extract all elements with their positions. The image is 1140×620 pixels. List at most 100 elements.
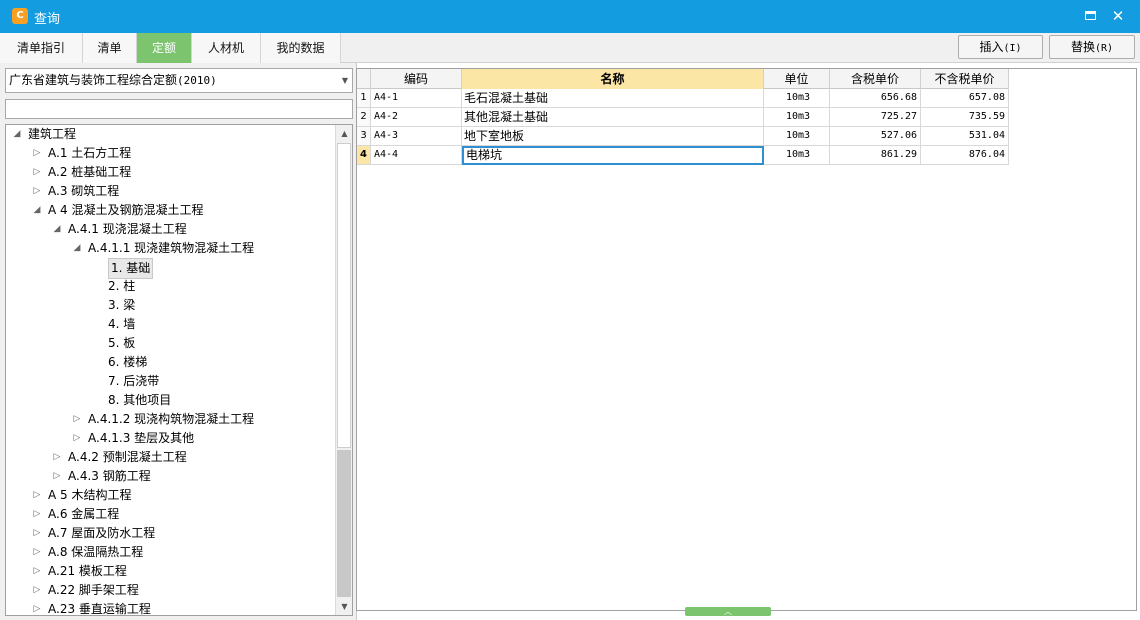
header-index	[357, 69, 371, 89]
collapsed-arrow-icon[interactable]: ▷	[52, 448, 62, 467]
insert-button-label: 插入	[979, 40, 1004, 54]
collapsed-arrow-icon[interactable]: ▷	[32, 524, 42, 543]
collapsed-arrow-icon[interactable]: ▷	[32, 163, 42, 182]
expanded-arrow-icon[interactable]: ◢	[32, 201, 42, 220]
cell-price-notax[interactable]: 657.08	[921, 89, 1009, 108]
cell-price-notax[interactable]: 735.59	[921, 108, 1009, 127]
search-input[interactable]	[5, 99, 353, 119]
tree-leaf-item[interactable]: 2. 柱	[6, 277, 336, 296]
collapsed-arrow-icon[interactable]: ▷	[32, 182, 42, 201]
tree-leaf-item[interactable]: 3. 梁	[6, 296, 336, 315]
scrollbar-track[interactable]	[337, 450, 351, 597]
dropdown-arrow-icon[interactable]: ▼	[342, 69, 348, 92]
collapsed-arrow-icon[interactable]: ▷	[52, 467, 62, 486]
tree-leaf-item[interactable]: 7. 后浇带	[6, 372, 336, 391]
row-index[interactable]: 2	[357, 108, 371, 127]
header-price-tax[interactable]: 含税单价	[830, 69, 921, 89]
cell-code[interactable]: A4-2	[371, 108, 462, 127]
tree-node[interactable]: ▷ A.4.1.2 现浇构筑物混凝土工程	[6, 410, 336, 429]
table-row[interactable]: 4 A4-4 电梯坑 10m3 861.29 876.04	[357, 146, 1009, 165]
close-button[interactable]: ✕	[1108, 6, 1128, 26]
tree-node[interactable]: ▷ A.4.2 预制混凝土工程	[6, 448, 336, 467]
cell-price-tax[interactable]: 725.27	[830, 108, 921, 127]
table-row[interactable]: 2 A4-2 其他混凝土基础 10m3 725.27 735.59	[357, 108, 1009, 127]
cell-name[interactable]: 电梯坑	[462, 146, 764, 165]
tree-node[interactable]: ▷ A.6 金属工程	[6, 505, 336, 524]
collapsed-arrow-icon[interactable]: ▷	[32, 562, 42, 581]
scrollbar-thumb[interactable]	[337, 143, 351, 448]
tree-node[interactable]: ▷ A.8 保温隔热工程	[6, 543, 336, 562]
scroll-down-arrow-icon[interactable]: ▼	[336, 598, 352, 615]
tree-node[interactable]: ▷ A.23 垂直运输工程	[6, 600, 336, 615]
expanded-arrow-icon[interactable]: ◢	[12, 125, 22, 144]
header-code[interactable]: 编码	[371, 69, 462, 89]
tree-leaf-item[interactable]: 5. 板	[6, 334, 336, 353]
tree-node[interactable]: ▷ A.21 模板工程	[6, 562, 336, 581]
cell-code[interactable]: A4-3	[371, 127, 462, 146]
insert-button[interactable]: 插入(I)	[958, 35, 1043, 59]
tree-scrollbar[interactable]: ▲ ▼	[335, 125, 352, 615]
header-name[interactable]: 名称	[462, 69, 764, 89]
splitter-grip[interactable]: ︿	[685, 607, 771, 616]
tree-node[interactable]: ▷ A.4.1.3 垫层及其他	[6, 429, 336, 448]
cell-price-tax[interactable]: 861.29	[830, 146, 921, 165]
tree-node[interactable]: ▷ A.7 屋面及防水工程	[6, 524, 336, 543]
quota-library-select[interactable]: 广东省建筑与装饰工程综合定额(2010) ▼	[5, 68, 353, 93]
tree-leaf-item[interactable]: 4. 墙	[6, 315, 336, 334]
tree-leaf-item[interactable]: 8. 其他项目	[6, 391, 336, 410]
collapsed-arrow-icon[interactable]: ▷	[32, 600, 42, 615]
collapsed-arrow-icon[interactable]: ▷	[32, 581, 42, 600]
cell-unit[interactable]: 10m3	[764, 108, 830, 127]
row-index[interactable]: 4	[357, 146, 371, 165]
tree-node[interactable]: ◢ A.4.1.1 现浇建筑物混凝土工程	[6, 239, 336, 258]
cell-code[interactable]: A4-4	[371, 146, 462, 165]
cell-name[interactable]: 地下室地板	[462, 127, 764, 146]
table-row[interactable]: 3 A4-3 地下室地板 10m3 527.06 531.04	[357, 127, 1009, 146]
expanded-arrow-icon[interactable]: ◢	[52, 220, 62, 239]
scroll-up-arrow-icon[interactable]: ▲	[336, 125, 352, 142]
tree-node[interactable]: ▷ A.2 桩基础工程	[6, 163, 336, 182]
tab-bill[interactable]: 清单	[83, 33, 137, 63]
collapsed-arrow-icon[interactable]: ▷	[32, 543, 42, 562]
collapsed-arrow-icon[interactable]: ▷	[32, 144, 42, 163]
row-index[interactable]: 3	[357, 127, 371, 146]
tab-labor-material-machine[interactable]: 人材机	[192, 33, 261, 63]
header-price-notax[interactable]: 不含税单价	[921, 69, 1009, 89]
cell-unit[interactable]: 10m3	[764, 127, 830, 146]
tree-node[interactable]: ▷ A.22 脚手架工程	[6, 581, 336, 600]
table-row[interactable]: 1 A4-1 毛石混凝土基础 10m3 656.68 657.08	[357, 89, 1009, 108]
tree-node[interactable]: ◢ A 4 混凝土及钢筋混凝土工程	[6, 201, 336, 220]
collapsed-arrow-icon[interactable]: ▷	[72, 429, 82, 448]
tree-item-label: A.4.1 现浇混凝土工程	[68, 222, 187, 236]
tree-leaf-item[interactable]: 6. 楼梯	[6, 353, 336, 372]
maximize-button[interactable]	[1080, 6, 1100, 26]
cell-price-tax[interactable]: 656.68	[830, 89, 921, 108]
cell-name[interactable]: 毛石混凝土基础	[462, 89, 764, 108]
tab-bill-guide[interactable]: 清单指引	[0, 33, 83, 63]
tree-node[interactable]: ▷ A.3 砌筑工程	[6, 182, 336, 201]
app-logo-icon: C	[12, 8, 28, 24]
cell-unit[interactable]: 10m3	[764, 146, 830, 165]
cell-unit[interactable]: 10m3	[764, 89, 830, 108]
tree-node[interactable]: ▷ A 5 木结构工程	[6, 486, 336, 505]
cell-price-notax[interactable]: 876.04	[921, 146, 1009, 165]
cell-price-tax[interactable]: 527.06	[830, 127, 921, 146]
tab-quota[interactable]: 定额	[137, 33, 192, 63]
expanded-arrow-icon[interactable]: ◢	[72, 239, 82, 258]
replace-button[interactable]: 替换(R)	[1049, 35, 1135, 59]
tree-node[interactable]: ▷ A.1 土石方工程	[6, 144, 336, 163]
tree-item-label: A.4.3 钢筋工程	[68, 469, 151, 483]
cell-price-notax[interactable]: 531.04	[921, 127, 1009, 146]
collapsed-arrow-icon[interactable]: ▷	[32, 505, 42, 524]
tree-node[interactable]: ▷ A.4.3 钢筋工程	[6, 467, 336, 486]
collapsed-arrow-icon[interactable]: ▷	[72, 410, 82, 429]
tab-my-data[interactable]: 我的数据	[261, 33, 341, 63]
cell-code[interactable]: A4-1	[371, 89, 462, 108]
tree-node[interactable]: ◢ A.4.1 现浇混凝土工程	[6, 220, 336, 239]
row-index[interactable]: 1	[357, 89, 371, 108]
cell-name[interactable]: 其他混凝土基础	[462, 108, 764, 127]
collapsed-arrow-icon[interactable]: ▷	[32, 486, 42, 505]
tree-leaf-item[interactable]: 1. 基础	[6, 258, 336, 279]
tree-node[interactable]: ◢ 建筑工程	[6, 125, 336, 144]
header-unit[interactable]: 单位	[764, 69, 830, 89]
